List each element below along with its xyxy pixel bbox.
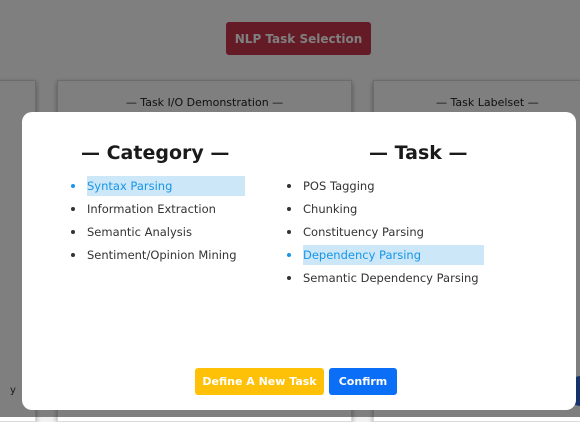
task-list: POS Tagging Chunking Constituency Parsin…: [283, 176, 484, 291]
category-list: Syntax Parsing Information Extraction Se…: [67, 176, 245, 268]
bullet-icon: [287, 253, 291, 257]
bullet-icon: [287, 207, 291, 211]
task-item-constituency-parsing[interactable]: Constituency Parsing: [283, 222, 484, 242]
task-item-label: Constituency Parsing: [303, 225, 424, 239]
category-item-semantic-analysis[interactable]: Semantic Analysis: [67, 222, 245, 242]
category-title: — Category —: [81, 142, 230, 164]
task-item-pos-tagging[interactable]: POS Tagging: [283, 176, 484, 196]
bullet-icon: [287, 230, 291, 234]
bullet-icon: [71, 207, 75, 211]
task-item-label: Chunking: [303, 202, 358, 216]
category-item-label: Semantic Analysis: [87, 225, 192, 239]
category-item-label: Sentiment/Opinion Mining: [87, 248, 237, 262]
task-item-semantic-dependency-parsing[interactable]: Semantic Dependency Parsing: [283, 268, 484, 288]
define-new-task-button[interactable]: Define A New Task: [195, 368, 324, 395]
task-item-label: Dependency Parsing: [303, 245, 484, 265]
bullet-icon: [71, 184, 75, 188]
category-item-information-extraction[interactable]: Information Extraction: [67, 199, 245, 219]
category-item-syntax-parsing[interactable]: Syntax Parsing: [67, 176, 245, 196]
category-item-label: Information Extraction: [87, 202, 216, 216]
task-selection-modal: — Category — — Task — Syntax Parsing Inf…: [22, 112, 576, 410]
confirm-button[interactable]: Confirm: [329, 368, 397, 395]
task-item-label: POS Tagging: [303, 179, 375, 193]
task-item-label: Semantic Dependency Parsing: [303, 271, 479, 285]
task-title: — Task —: [369, 142, 468, 164]
task-item-chunking[interactable]: Chunking: [283, 199, 484, 219]
bullet-icon: [71, 253, 75, 257]
bullet-icon: [71, 230, 75, 234]
category-item-sentiment-opinion-mining[interactable]: Sentiment/Opinion Mining: [67, 245, 245, 265]
task-item-dependency-parsing[interactable]: Dependency Parsing: [283, 245, 484, 265]
category-item-label: Syntax Parsing: [87, 176, 245, 196]
bullet-icon: [287, 184, 291, 188]
bullet-icon: [287, 276, 291, 280]
